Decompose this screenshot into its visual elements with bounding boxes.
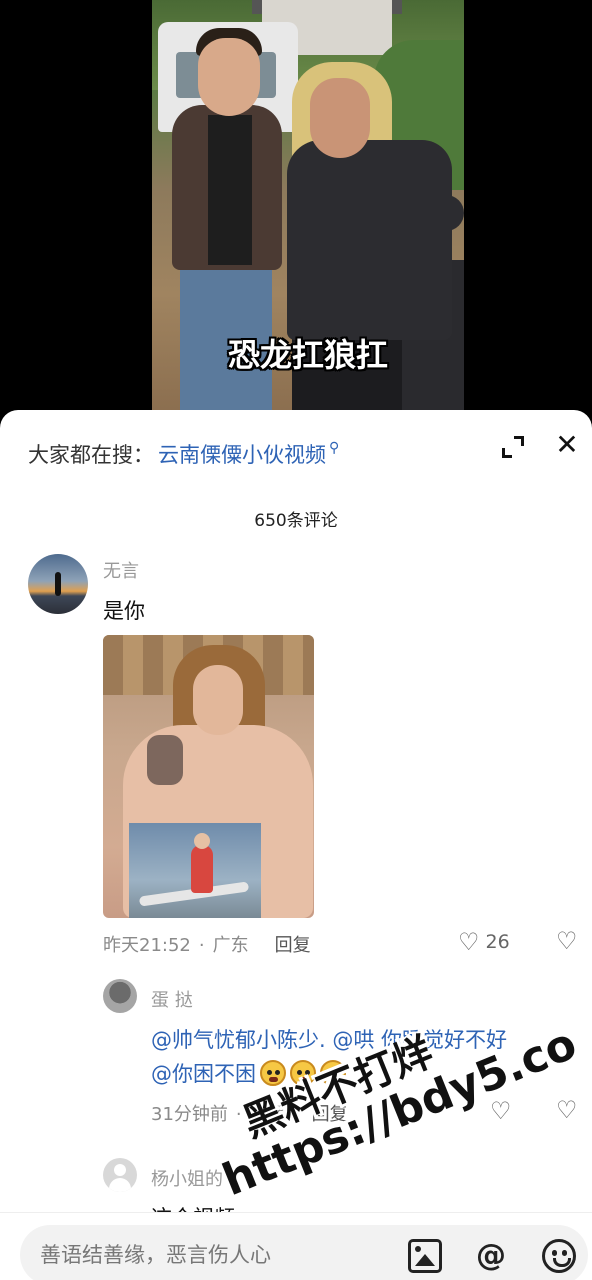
comment-meta: 昨天21:52 · 广东 回复 — [103, 935, 311, 956]
search-suggestion[interactable]: 大家都在搜： 云南傈僳小伙视频 ⚲ — [28, 438, 339, 470]
like-button[interactable]: ♡ — [490, 1099, 518, 1123]
reply-meta: 31分钟前 · 广西 回复 — [151, 1104, 348, 1125]
close-icon[interactable]: ✕ — [552, 430, 582, 460]
comment-username[interactable]: 无言 — [103, 557, 139, 583]
crying-emoji-icon — [320, 1060, 346, 1086]
like-button[interactable]: ♡ 26 — [458, 930, 510, 954]
comment-input-container[interactable]: @ — [20, 1225, 588, 1280]
comment-sheet: 大家都在搜： 云南傈僳小伙视频 ⚲ ✕ 650条评论 无言 是你 昨天21:52… — [0, 410, 592, 1280]
heart-icon: ♡ — [490, 1097, 512, 1125]
at-icon[interactable]: @ — [474, 1239, 508, 1273]
comment-image[interactable] — [103, 635, 314, 918]
comment-location: 广东 — [212, 935, 249, 956]
like-count: 26 — [485, 931, 510, 953]
comment-input[interactable] — [40, 1239, 370, 1271]
video-caption: 恐龙扛狼扛 — [227, 336, 388, 374]
reply-location: 广西 — [249, 1104, 286, 1125]
image-icon[interactable] — [408, 1239, 442, 1273]
avatar[interactable] — [103, 1158, 137, 1192]
video-player[interactable]: 恐龙扛狼扛 — [0, 0, 592, 420]
crying-emoji-icon — [260, 1060, 286, 1086]
comment-text: 是你 — [103, 599, 145, 623]
avatar[interactable] — [28, 554, 88, 614]
expand-icon[interactable] — [500, 434, 526, 460]
reply-text: @帅气忧郁小陈少. @哄 你睡觉好不好 — [151, 1028, 508, 1052]
reply-button[interactable]: 回复 — [312, 1104, 348, 1125]
comment-time: 昨天21:52 — [103, 935, 191, 956]
reply-username[interactable]: 杨小姐的 — [151, 1165, 223, 1191]
video-frame: 恐龙扛狼扛 — [152, 0, 464, 420]
heart-icon: ♡ — [458, 928, 480, 956]
emoji-icon[interactable] — [542, 1239, 576, 1273]
reply-time: 31分钟前 — [151, 1104, 228, 1125]
crying-emoji-icon — [290, 1060, 316, 1086]
reply-button[interactable]: 回复 — [275, 935, 311, 956]
avatar[interactable] — [103, 979, 137, 1013]
dislike-icon[interactable]: ♡ — [556, 927, 578, 955]
search-suggestion-keyword[interactable]: 云南傈僳小伙视频 — [158, 439, 326, 469]
reply-text-line2: @你困不困 — [151, 1058, 346, 1088]
dislike-icon[interactable]: ♡ — [556, 1096, 578, 1124]
comment-input-bar: @ — [0, 1212, 592, 1280]
inset-photo — [129, 823, 261, 918]
search-icon: ⚲ — [329, 440, 340, 456]
reply-username[interactable]: 蛋 挞 — [151, 986, 193, 1012]
search-suggestion-label: 大家都在搜： — [28, 443, 154, 467]
comment-count: 650条评论 — [254, 511, 338, 531]
